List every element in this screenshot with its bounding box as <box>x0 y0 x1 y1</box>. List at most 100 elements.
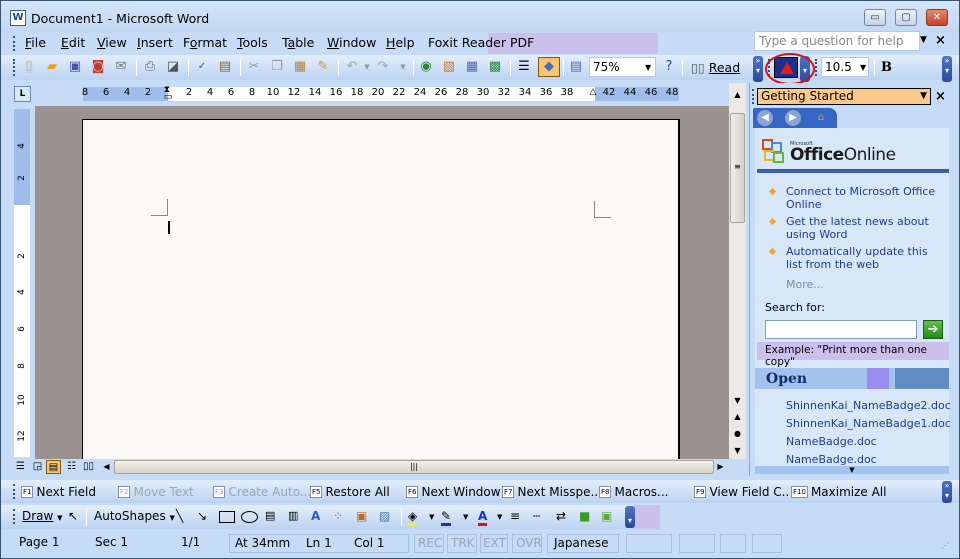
minimize-button[interactable]: ▭ <box>864 9 886 26</box>
next-page-button[interactable]: ▼ <box>729 443 746 459</box>
toolbar-grip[interactable] <box>13 59 16 76</box>
document-page[interactable] <box>82 119 680 459</box>
print-preview-icon[interactable]: ◪ <box>165 59 181 75</box>
cut-icon[interactable]: ✂ <box>246 59 262 75</box>
menu-insert[interactable]: Insert <box>137 35 173 50</box>
recent-file-link[interactable]: ShinnenKai_NameBadge2.doc <box>786 397 951 415</box>
format-toolbar-grip[interactable] <box>815 59 818 76</box>
link-connect-office-online[interactable]: Connect to Microsoft Office Online <box>767 185 947 211</box>
copy-icon[interactable]: ❐ <box>269 59 285 75</box>
vertical-text-box-icon[interactable]: ▥ <box>288 509 298 522</box>
web-layout-view-button[interactable]: ◲ <box>30 460 45 474</box>
picture-icon[interactable]: ▨ <box>379 509 390 523</box>
menu-view[interactable]: View <box>97 35 127 50</box>
new-icon[interactable]: ▯ <box>21 59 37 75</box>
scroll-right-arrow[interactable]: ▶ <box>713 460 728 474</box>
close-button[interactable]: ✕ <box>926 9 948 26</box>
clip-art-icon[interactable]: ▣ <box>356 509 367 523</box>
resize-grip[interactable]: ⋰ <box>941 541 949 550</box>
line-color-icon[interactable]: ✎ <box>441 509 452 526</box>
home-icon[interactable]: ⌂ <box>813 110 829 126</box>
draw-menu-button[interactable]: Draw ▼ <box>22 509 63 523</box>
status-ovr[interactable]: OVR <box>512 534 542 553</box>
status-trk[interactable]: TRK <box>447 534 477 553</box>
drawing-toolbar-options-chevron[interactable]: ▾ <box>625 506 635 528</box>
text-box-icon[interactable]: ▤ <box>265 509 275 522</box>
print-icon[interactable]: ⎙ <box>142 59 158 75</box>
close-document-button[interactable]: × <box>935 33 946 48</box>
fkey-f10-maximize-all[interactable]: F10 Maximize All <box>791 485 886 499</box>
menu-edit[interactable]: Edit <box>61 35 85 50</box>
rectangle-icon[interactable] <box>219 511 235 523</box>
toolbar-options-chevron[interactable]: » ▾ <box>753 56 763 82</box>
shadow-style-icon[interactable]: ■ <box>579 509 590 523</box>
redo-icon[interactable]: ↷ <box>375 59 391 75</box>
horizontal-ruler[interactable]: 8 6 4 2 2 4 6 8 10 12 14 16 18 20 22 24 … <box>35 86 729 102</box>
tables-borders-icon[interactable]: ▧ <box>441 59 457 75</box>
fill-color-icon[interactable]: ◈ <box>408 509 418 526</box>
oval-icon[interactable] <box>241 511 258 523</box>
insert-table-icon[interactable]: ▦ <box>464 59 480 75</box>
scroll-down-arrow[interactable]: ▼ <box>729 393 746 409</box>
fkey-f3-create-auto[interactable]: F3 Create Auto... <box>213 485 311 499</box>
insert-excel-icon[interactable]: ▩ <box>487 59 503 75</box>
help-search-input[interactable]: Type a question for help <box>754 31 920 51</box>
email-icon[interactable]: ✉ <box>113 59 129 75</box>
outline-view-button[interactable]: ☷ <box>64 460 79 474</box>
task-pane-close-button[interactable]: × <box>935 89 946 104</box>
open-icon[interactable]: ▰ <box>44 59 60 75</box>
research-icon[interactable]: ▤ <box>217 59 233 75</box>
save-icon[interactable]: ▣ <box>67 59 83 75</box>
fill-color-dropdown[interactable]: ▼ <box>429 513 434 521</box>
arrow-style-icon[interactable]: ⇄ <box>556 509 566 523</box>
line-color-dropdown[interactable]: ▼ <box>463 513 468 521</box>
font-size-dropdown-arrow[interactable]: ▼ <box>860 63 866 72</box>
menu-grip[interactable] <box>13 36 16 51</box>
hyperlink-icon[interactable]: ◉ <box>418 59 434 75</box>
fkey-f9-view-field-codes[interactable]: F9 View Field C.. <box>694 485 789 499</box>
maximize-button[interactable]: ▢ <box>895 9 917 26</box>
spelling-icon[interactable]: ✓ <box>194 59 210 75</box>
search-go-button[interactable]: ➔ <box>923 320 943 339</box>
fkey-f1-next-field[interactable]: F1 Next Field <box>21 485 96 499</box>
recent-file-link[interactable]: ShinnenKai_NameBadge1.doc <box>786 415 951 433</box>
diagram-icon[interactable]: ⁘ <box>333 509 343 523</box>
fkey-toolbar-options-chevron[interactable]: » ▾ <box>942 481 952 503</box>
tab-selector[interactable]: L <box>14 86 31 102</box>
menu-table[interactable]: Table <box>282 35 314 50</box>
font-color-icon[interactable]: A <box>478 509 488 526</box>
redo-dropdown[interactable]: ▼ <box>395 59 411 75</box>
task-pane-search-input[interactable] <box>765 320 917 339</box>
fkey-toolbar-grip[interactable] <box>13 484 16 499</box>
dash-style-icon[interactable]: ┅ <box>533 509 540 523</box>
reading-layout-view-button[interactable]: ▯▯ <box>81 460 96 474</box>
read-button[interactable]: ▯▯ Read <box>691 60 740 75</box>
line-style-icon[interactable]: ≡ <box>510 509 520 523</box>
menu-foxit-reader-pdf[interactable]: Foxit Reader PDF <box>428 35 534 50</box>
status-rec[interactable]: REC <box>414 534 444 553</box>
recent-file-link[interactable]: NameBadge.doc <box>786 433 951 451</box>
status-language[interactable]: Japanese <box>547 534 619 553</box>
select-browse-object-button[interactable]: ● <box>729 426 746 442</box>
columns-icon[interactable]: ☰ <box>516 59 532 75</box>
vertical-scrollbar[interactable]: ▲ ≡ ▼ ▲ ● ▼ <box>729 83 746 459</box>
menu-window[interactable]: Window <box>327 35 376 50</box>
autoshapes-menu-button[interactable]: AutoShapes ▼ <box>94 509 175 523</box>
horizontal-scroll-thumb[interactable]: ||| <box>114 460 714 474</box>
fkey-f7-next-misspelling[interactable]: F7 Next Misspe... <box>502 485 602 499</box>
menu-help[interactable]: Help <box>386 35 415 50</box>
arrow-icon[interactable]: ↘ <box>197 509 207 523</box>
fkey-f5-restore-all[interactable]: F5 Restore All <box>310 485 390 499</box>
help-icon[interactable]: ? <box>661 59 677 75</box>
menu-file[interactable]: File <box>25 35 46 50</box>
previous-page-button[interactable]: ▲ <box>729 409 746 425</box>
scroll-left-arrow[interactable]: ◀ <box>99 460 114 474</box>
font-color-dropdown[interactable]: ▼ <box>497 513 502 521</box>
normal-view-button[interactable]: ☰ <box>13 460 28 474</box>
scroll-up-arrow[interactable]: ▲ <box>729 87 746 103</box>
link-latest-news[interactable]: Get the latest news about using Word <box>767 215 947 241</box>
fkey-f8-macros[interactable]: F8 Macros... <box>599 485 669 499</box>
drawing-icon[interactable]: ◆ <box>538 57 560 77</box>
word-app-icon[interactable]: W <box>10 10 26 26</box>
paste-icon[interactable]: ▦ <box>292 59 308 75</box>
